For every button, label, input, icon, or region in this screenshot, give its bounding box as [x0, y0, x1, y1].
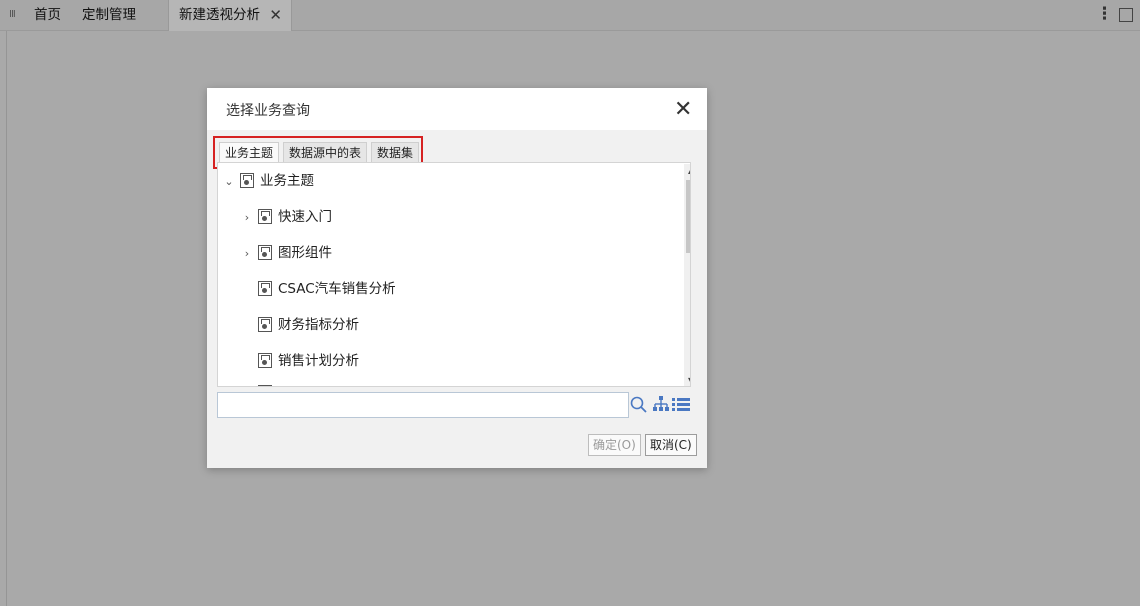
tree-node-label: 快速入门 [278, 209, 332, 225]
tab-label: 新建透视分析 [179, 7, 260, 23]
tree-node-partial[interactable] [254, 383, 278, 386]
tree-view-icon[interactable] [652, 395, 670, 413]
tree-node-label: 业务主题 [260, 173, 314, 189]
tree-node[interactable]: CSAC汽车销售分析 [254, 279, 396, 299]
tree-node-label: 销售计划分析 [278, 353, 359, 369]
tree-node-label: CSAC汽车销售分析 [278, 281, 396, 297]
tab-new-pivot-analysis[interactable]: 新建透视分析 ✕ [168, 0, 292, 31]
expand-chevron-icon[interactable]: › [240, 208, 254, 228]
collapse-chevron-icon[interactable]: ⌄ [222, 172, 236, 192]
select-business-query-dialog: 选择业务查询 ✕ 业务主题 数据源中的表 数据集 ⌄ 业务主题 › 快速入门 › 图形… [207, 88, 707, 468]
tab-business-topic[interactable]: 业务主题 [219, 142, 280, 164]
search-input[interactable] [217, 392, 629, 418]
folder-node-icon [258, 209, 272, 224]
confirm-button[interactable]: 确定(O) [588, 434, 641, 456]
dialog-header: 选择业务查询 ✕ [207, 88, 707, 130]
divider [6, 31, 7, 606]
tab-custom-management[interactable]: 定制管理 [70, 0, 148, 31]
dialog-title: 选择业务查询 [226, 103, 310, 119]
close-icon[interactable]: ✕ [674, 97, 692, 122]
tab-dataset[interactable]: 数据集 [371, 142, 420, 164]
folder-node-icon [258, 245, 272, 260]
tree-node-label: 图形组件 [278, 245, 332, 261]
cancel-button[interactable]: 取消(C) [645, 434, 697, 456]
tab-label: 定制管理 [82, 7, 136, 23]
tree-node-root[interactable]: ⌄ 业务主题 [222, 171, 314, 191]
tree-node[interactable]: › 图形组件 [240, 243, 332, 263]
close-icon[interactable]: ✕ [269, 0, 282, 31]
search-icon[interactable] [629, 395, 649, 415]
tree-node[interactable]: › 快速入门 [240, 207, 332, 227]
tab-home[interactable]: 首页 [22, 0, 73, 31]
folder-node-icon [258, 317, 272, 332]
vertical-scrollbar[interactable]: ▲ ▼ [684, 164, 690, 386]
topic-tree[interactable]: ⌄ 业务主题 › 快速入门 › 图形组件 CSAC汽车销售分析 财务指标分析 销售计划… [217, 162, 691, 387]
folder-node-icon [240, 173, 254, 188]
tab-label: 首页 [34, 7, 61, 23]
tree-node[interactable]: 财务指标分析 [254, 315, 359, 335]
list-view-icon[interactable] [672, 397, 690, 411]
scroll-up-icon[interactable]: ▲ [688, 166, 690, 175]
maximize-icon[interactable] [1119, 8, 1133, 22]
scrollbar-thumb[interactable] [686, 180, 690, 253]
expand-chevron-icon[interactable]: › [240, 244, 254, 264]
tree-node-label: 财务指标分析 [278, 317, 359, 333]
tab-grip-icon[interactable]: III [9, 9, 16, 20]
tree-node[interactable]: 销售计划分析 [254, 351, 359, 371]
folder-node-icon [258, 385, 272, 386]
tab-strip: III 首页 定制管理 新建透视分析 ✕ ⋮ [0, 0, 1140, 31]
scroll-down-icon[interactable]: ▼ [688, 376, 690, 385]
folder-node-icon [258, 353, 272, 368]
folder-node-icon [258, 281, 272, 296]
more-icon[interactable]: ⋮ [1096, 4, 1113, 24]
tab-datasource-tables[interactable]: 数据源中的表 [283, 142, 368, 164]
